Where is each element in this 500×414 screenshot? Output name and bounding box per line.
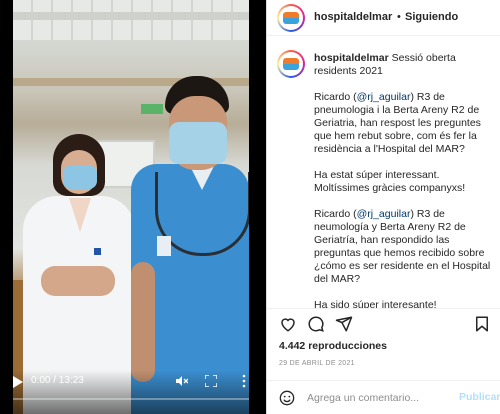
comment-icon[interactable] [307,315,325,333]
caption-username[interactable]: hospitaldelmar [314,52,389,64]
heart-icon[interactable] [279,315,297,333]
post-panel: hospitaldelmar • Siguiendo hospitaldelma… [266,0,500,414]
caption-p1-before: Ricardo ( [314,91,357,103]
publish-button[interactable]: Publicar [459,391,500,403]
action-bar [267,308,500,336]
hospital-logo-icon [283,58,299,70]
video-controls: 0:00 / 13:23 [13,370,249,414]
separator-dot: • [397,11,401,23]
caption-text: hospitaldelmar Sessió oberta residents 2… [314,52,492,308]
following-button[interactable]: Siguiendo [405,11,458,23]
bookmark-icon[interactable] [473,315,491,333]
ceiling-scene [13,0,249,40]
view-count[interactable]: 4.442 reproducciones [279,340,387,352]
exit-sign [141,104,163,114]
caption-p4: Ha sido súper interesante! Muchísimas [314,299,437,308]
hospital-logo-icon [283,12,299,24]
caption-area: hospitaldelmar Sessió oberta residents 2… [267,36,500,308]
comment-input[interactable] [307,391,447,405]
video-player[interactable] [13,0,249,414]
video-progress-bar[interactable] [13,398,249,400]
avatar[interactable] [277,4,305,32]
post-header: hospitaldelmar • Siguiendo [267,0,500,36]
more-vertical-icon[interactable] [239,374,249,388]
muted-speaker-icon[interactable] [176,375,188,387]
fullscreen-icon[interactable] [205,375,217,387]
mention-link[interactable]: @rj_aguilar [357,208,411,220]
share-icon[interactable] [335,315,353,333]
caption-avatar[interactable] [277,50,305,78]
mention-link[interactable]: @rj_aguilar [357,91,411,103]
video-time: 0:00 / 13:23 [31,375,84,386]
header-username[interactable]: hospitaldelmar [314,11,392,23]
caption-p3-before: Ricardo ( [314,208,357,220]
caption-p2: Ha estat súper interessant. Moltíssimes … [314,169,466,194]
comment-bar: Publicar [267,380,500,414]
post-date: 29 DE ABRIL DE 2021 [279,360,355,367]
emoji-icon[interactable] [279,390,295,406]
play-icon[interactable] [13,376,23,388]
